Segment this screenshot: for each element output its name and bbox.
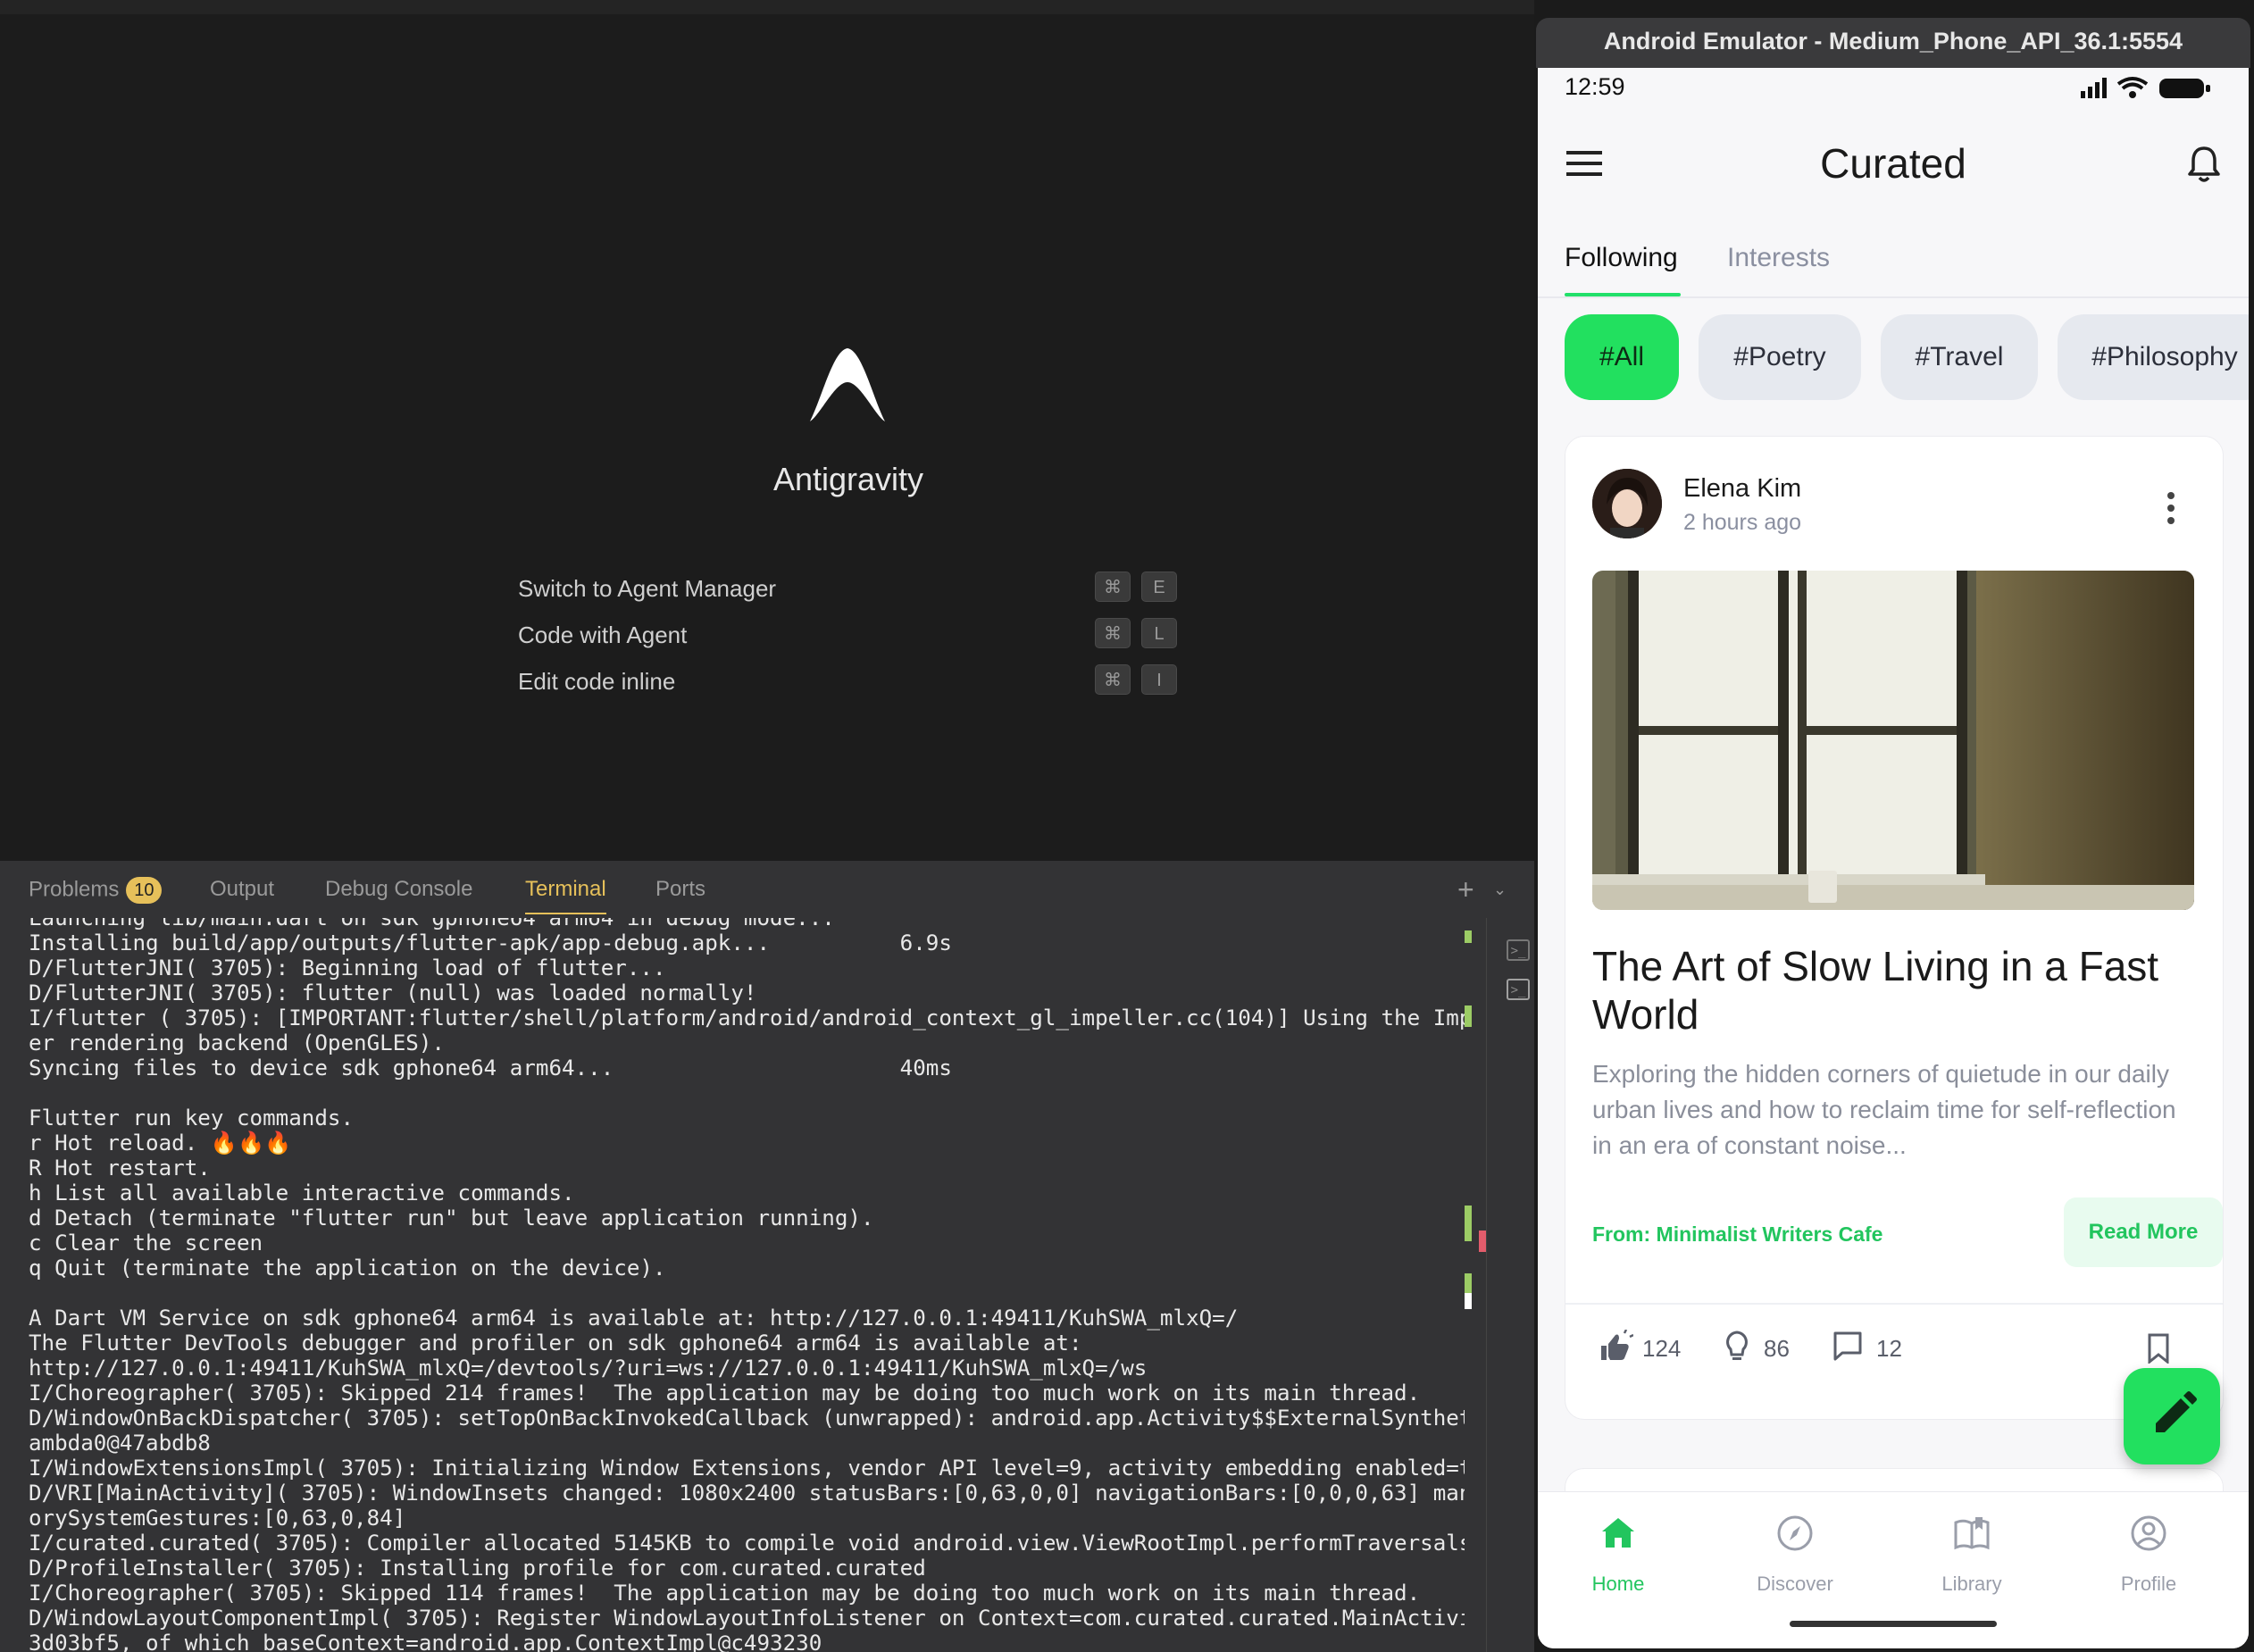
card-divider (1565, 1303, 2223, 1305)
chip-philosophy[interactable]: #Philosophy (2058, 314, 2249, 400)
cmd-key: ⌘ (1095, 618, 1131, 648)
panel-tab-bar: Problems 10 Output Debug Console Terminal… (0, 861, 1534, 918)
bookmark-icon[interactable] (2146, 1333, 2171, 1364)
nav-label: Profile (2120, 1573, 2177, 1595)
nav-label: Library (1941, 1573, 2002, 1595)
pencil-icon (2156, 1391, 2197, 1432)
home-icon (1602, 1518, 1634, 1548)
terminal-instance-icon[interactable]: >_ (1507, 979, 1530, 1000)
phone-screen: 12:59 Curated Following Interests #All #… (1538, 68, 2249, 1648)
shortcut-code-with-agent[interactable]: Code with Agent ⌘ L (518, 618, 1179, 654)
scroll-overview-gutter (1465, 918, 1486, 1652)
tab-output[interactable]: Output (210, 877, 274, 902)
editor-window: Antigravity Switch to Agent Manager ⌘ E … (0, 0, 1534, 1652)
tab-ports[interactable]: Ports (655, 877, 705, 902)
chevron-down-icon[interactable]: ⌄ (1493, 880, 1507, 899)
app-name: Antigravity (772, 461, 924, 497)
gutter-mark (1479, 1231, 1486, 1252)
chip-all[interactable]: #All (1565, 314, 1679, 400)
nav-label: Discover (1757, 1573, 1833, 1595)
post-excerpt: Exploring the hidden corners of quietude… (1592, 1060, 2176, 1159)
likes-count: 124 (1642, 1335, 1682, 1362)
cmd-key: ⌘ (1095, 664, 1131, 695)
nav-profile[interactable]: Profile (2077, 1514, 2220, 1603)
terminal-text: Launching lib/main.dart on sdk gphone64 … (29, 918, 1465, 1652)
terminal-output[interactable]: Launching lib/main.dart on sdk gphone64 … (0, 918, 1465, 1652)
nav-discover[interactable]: Discover (1724, 1514, 1866, 1603)
cmd-key: ⌘ (1095, 572, 1131, 602)
author-name[interactable]: Elena Kim (1683, 474, 1801, 504)
tab-interests[interactable]: Interests (1727, 243, 1830, 273)
shortcut-label: Switch to Agent Manager (518, 575, 777, 602)
status-time: 12:59 (1565, 73, 1625, 100)
tab-divider (1538, 296, 2249, 298)
battery-icon (2159, 79, 2210, 98)
android-emulator-window: Android Emulator - Medium_Phone_API_36.1… (1536, 18, 2254, 1652)
notification-bell-icon[interactable] (2186, 145, 2222, 184)
tab-problems[interactable]: Problems 10 (29, 877, 163, 904)
applause-icon[interactable] (1598, 1330, 1633, 1362)
read-more-button[interactable]: Read More (2064, 1197, 2223, 1267)
nav-label: Home (1591, 1573, 1645, 1595)
status-icons (2081, 77, 2210, 98)
tab-label: Problems (29, 877, 120, 902)
post-cover-image[interactable] (1592, 571, 2194, 910)
post-card[interactable]: Elena Kim 2 hours ago The Art of Slow Li… (1565, 436, 2224, 1420)
gutter-mark (1465, 1206, 1472, 1241)
nav-home[interactable]: Home (1547, 1514, 1690, 1603)
terminal-list: >_ >_ (1486, 918, 1535, 1652)
profile-icon (2131, 1515, 2166, 1551)
comment-icon[interactable] (1832, 1330, 1864, 1362)
ideas-count: 86 (1764, 1335, 1790, 1362)
library-book-icon (1954, 1517, 1990, 1550)
compass-icon (1777, 1515, 1813, 1551)
editor-top-bar (0, 0, 1534, 14)
tab-terminal[interactable]: Terminal (525, 877, 606, 914)
post-source[interactable]: From: Minimalist Writers Cafe (1592, 1222, 1883, 1247)
bottom-panel: Problems 10 Output Debug Console Terminal… (0, 861, 1534, 1652)
comments-count: 12 (1876, 1335, 1902, 1362)
more-options-icon[interactable] (2166, 490, 2176, 526)
gesture-bar[interactable] (1790, 1621, 1997, 1627)
app-title: Curated (1820, 140, 1966, 187)
terminal-instance-icon[interactable]: >_ (1507, 939, 1530, 961)
signal-icon (2081, 78, 2107, 98)
shortcut-key: E (1141, 572, 1177, 602)
shortcut-key: L (1141, 618, 1177, 648)
compose-button[interactable] (2124, 1368, 2220, 1464)
gutter-mark (1465, 930, 1472, 943)
gutter-mark (1465, 1293, 1472, 1309)
shortcut-label: Edit code inline (518, 668, 676, 695)
shortcut-edit-code-inline[interactable]: Edit code inline ⌘ I (518, 664, 1179, 700)
welcome-screen: Antigravity Switch to Agent Manager ⌘ E … (0, 14, 1534, 861)
antigravity-logo-icon (810, 348, 885, 421)
post-time: 2 hours ago (1683, 510, 1802, 535)
post-title[interactable]: The Art of Slow Living in a Fast World (1592, 942, 2200, 1039)
new-terminal-plus-icon[interactable]: + (1457, 873, 1474, 906)
tab-following[interactable]: Following (1565, 243, 1678, 273)
bottom-navigation: Home Discover Library Profile (1538, 1491, 2249, 1648)
shortcut-switch-agent-manager[interactable]: Switch to Agent Manager ⌘ E (518, 572, 1179, 607)
tab-debug-console[interactable]: Debug Console (325, 877, 472, 902)
chip-travel[interactable]: #Travel (1881, 314, 2038, 400)
chip-poetry[interactable]: #Poetry (1699, 314, 1861, 400)
lightbulb-icon[interactable] (1724, 1330, 1749, 1364)
gutter-mark (1465, 1005, 1472, 1027)
nav-library[interactable]: Library (1900, 1514, 2043, 1603)
emulator-title: Android Emulator - Medium_Phone_API_36.1… (1536, 18, 2250, 68)
shortcut-label: Code with Agent (518, 622, 688, 648)
gutter-mark (1465, 1273, 1472, 1295)
wifi-icon (2116, 77, 2149, 98)
problems-count-badge: 10 (126, 877, 163, 904)
shortcut-key: I (1141, 664, 1177, 695)
avatar[interactable] (1592, 469, 1662, 538)
